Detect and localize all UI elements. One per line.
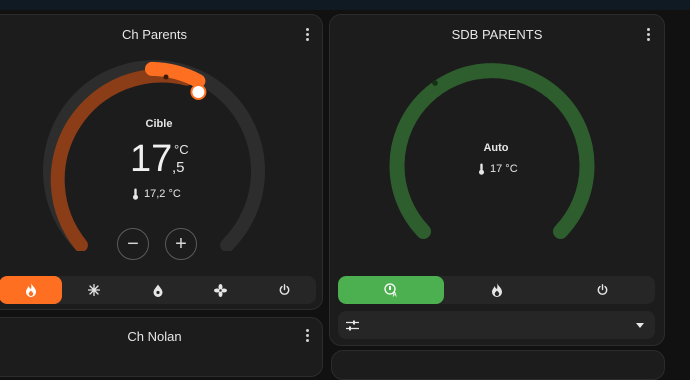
thermometer-icon <box>479 163 484 175</box>
setpoint-display: 17 °C ,5 <box>130 137 189 181</box>
setpoint-decimal: ,5 <box>172 159 185 176</box>
thermostat-card-sdb-parents: SDB PARENTS Auto 17 °C A <box>329 14 665 346</box>
setpoint-handle <box>190 84 207 100</box>
card-title: Ch Parents <box>121 27 188 42</box>
power-icon <box>279 284 290 295</box>
setpoint-unit: °C <box>174 142 189 157</box>
decrease-temperature-button[interactable]: − <box>117 228 149 260</box>
thermostat-card-ch-parents: Ch Parents Cible 17 °C ,5 17,2 °C − + <box>0 14 323 310</box>
fire-icon <box>491 283 502 297</box>
power-icon <box>597 284 608 295</box>
chevron-down-icon <box>636 323 644 328</box>
more-options-icon[interactable] <box>299 25 315 43</box>
mode-dry-button[interactable] <box>126 276 189 304</box>
more-options-icon[interactable] <box>640 25 656 43</box>
card-title: Ch Nolan <box>127 329 182 344</box>
preset-select[interactable] <box>338 311 655 339</box>
mode-off-button[interactable] <box>549 276 655 304</box>
top-strip <box>0 0 690 10</box>
mode-off-button[interactable] <box>253 276 316 304</box>
current-temp-value: 17 °C <box>490 163 518 175</box>
mode-cool-button[interactable] <box>62 276 125 304</box>
water-drop-icon <box>153 284 163 297</box>
hvac-mode-bar: A <box>338 276 655 304</box>
setpoint-integer: 17 <box>130 138 173 180</box>
target-label: Cible <box>145 118 173 130</box>
fan-icon <box>214 283 228 297</box>
current-temperature: 17,2 °C <box>132 188 181 200</box>
mode-auto-button[interactable]: A <box>338 276 444 304</box>
hvac-mode-bar <box>0 276 316 304</box>
thermostat-auto-icon: A <box>384 283 397 298</box>
minus-icon: − <box>127 233 139 255</box>
current-temp-marker <box>163 74 169 80</box>
plus-icon: + <box>175 233 187 255</box>
thermometer-icon <box>133 188 138 200</box>
current-temp-value: 17,2 °C <box>144 188 181 200</box>
mode-fan-button[interactable] <box>189 276 252 304</box>
mode-heat-button[interactable] <box>0 276 63 304</box>
current-temp-marker <box>432 80 438 86</box>
mode-heat-button[interactable] <box>444 276 550 304</box>
card-title: SDB PARENTS <box>451 27 543 42</box>
svg-text:A: A <box>392 293 397 298</box>
thermostat-card-ch-nolan: Ch Nolan <box>0 317 323 377</box>
increase-temperature-button[interactable]: + <box>165 228 197 260</box>
hvac-state-label: Auto <box>483 142 509 154</box>
tune-icon <box>346 320 359 331</box>
fire-icon <box>25 283 36 297</box>
current-temperature: 17 °C <box>478 163 518 175</box>
more-options-icon[interactable] <box>299 326 315 344</box>
snowflake-icon <box>88 284 101 296</box>
